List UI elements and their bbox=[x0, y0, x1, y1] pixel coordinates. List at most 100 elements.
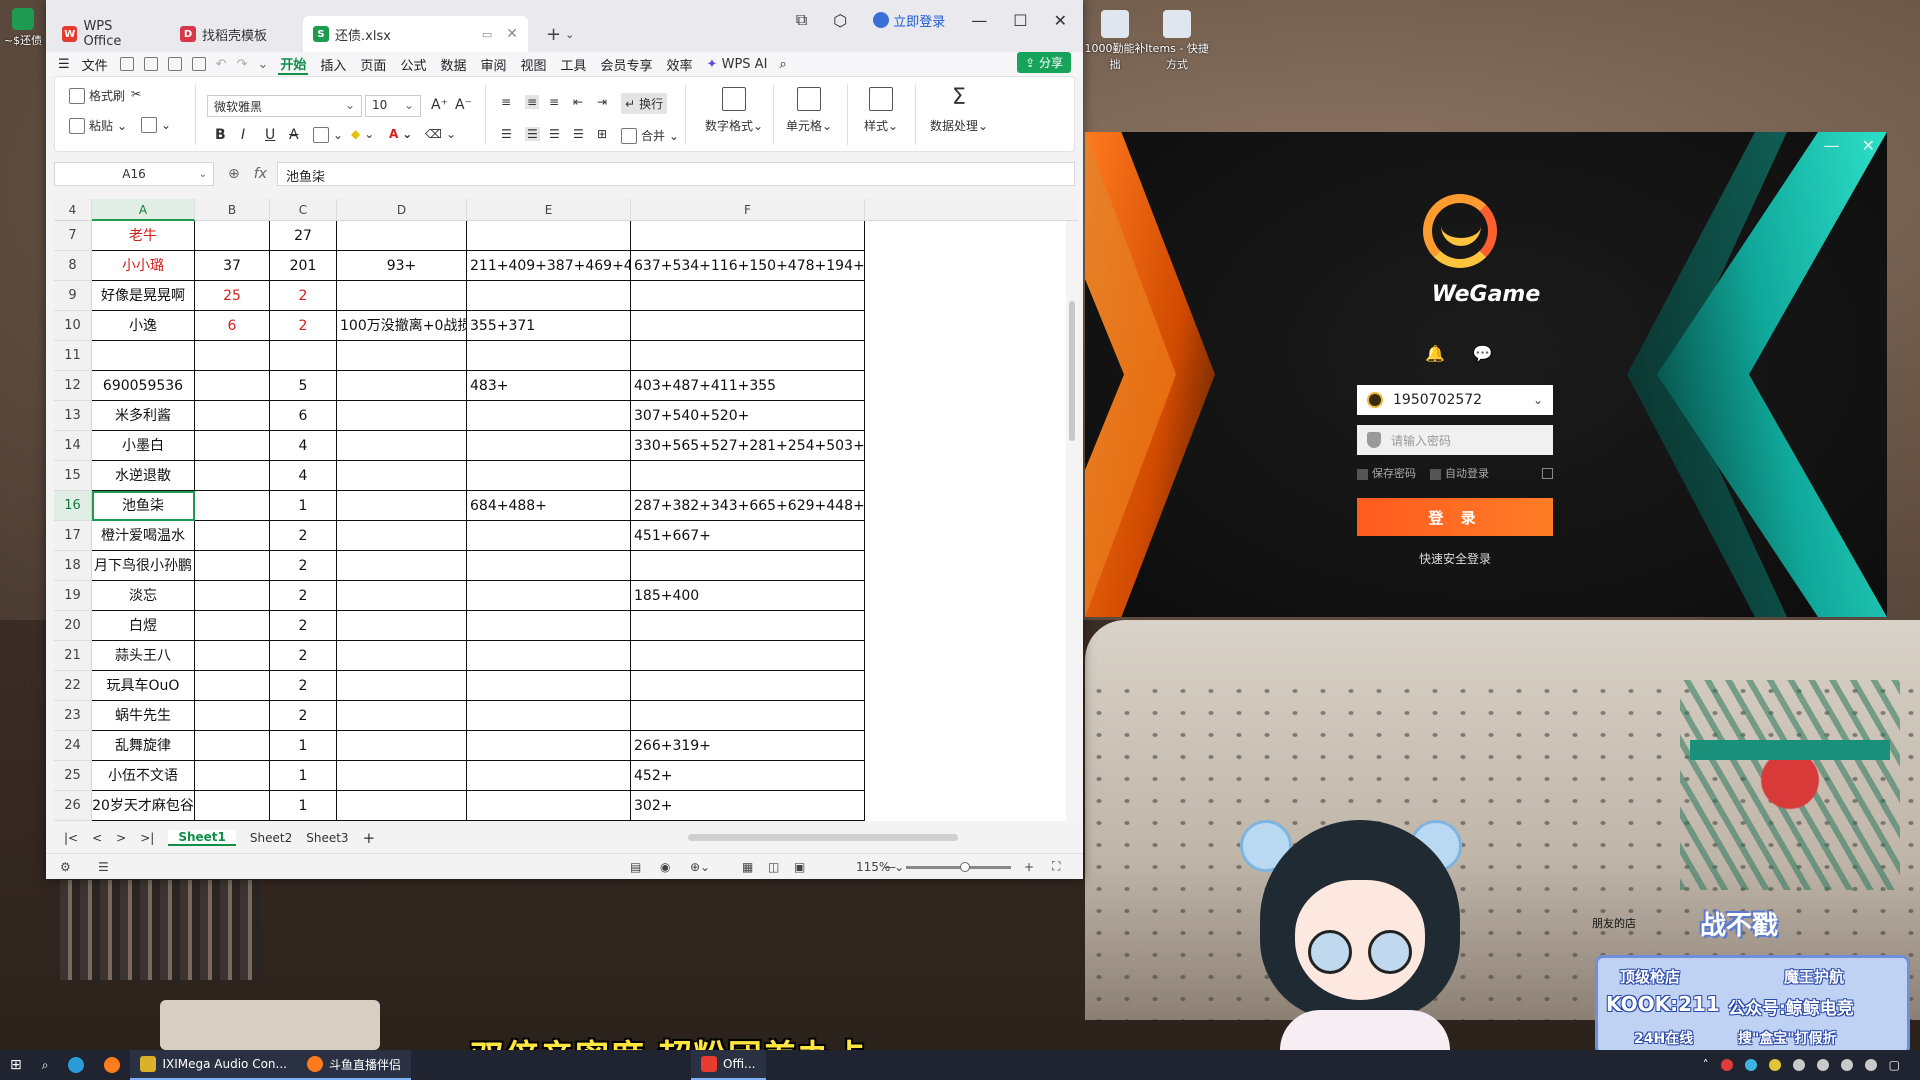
cell-a[interactable]: 月下鸟很小孙鹏 bbox=[92, 551, 195, 581]
column-header-f[interactable]: F bbox=[631, 199, 865, 221]
cell-e[interactable] bbox=[467, 701, 631, 731]
cell-a[interactable]: 水逆退散 bbox=[92, 461, 195, 491]
cell-c[interactable]: 6 bbox=[270, 401, 337, 431]
save-icon[interactable] bbox=[119, 57, 134, 71]
cell-f[interactable]: 287+382+343+665+629+448+277 bbox=[631, 491, 865, 521]
cell-d[interactable] bbox=[337, 221, 467, 251]
cell-c[interactable]: 2 bbox=[270, 521, 337, 551]
cell-b[interactable] bbox=[195, 521, 270, 551]
taskbar-search[interactable]: ⌕ bbox=[32, 1050, 59, 1080]
cell-f[interactable] bbox=[631, 341, 865, 371]
row-header[interactable]: 14 bbox=[54, 431, 92, 461]
close-icon[interactable]: ✕ bbox=[1054, 11, 1067, 30]
qq-icon[interactable]: 🔔 bbox=[1425, 344, 1445, 363]
column-header-a[interactable]: A bbox=[92, 199, 195, 221]
tray-app-icon[interactable] bbox=[1744, 1059, 1757, 1071]
cell-e[interactable] bbox=[467, 521, 631, 551]
cell-f[interactable] bbox=[631, 611, 865, 641]
cell-a[interactable]: 老牛 bbox=[92, 221, 195, 251]
print-icon[interactable] bbox=[167, 57, 182, 71]
cell-f[interactable] bbox=[631, 551, 865, 581]
cell-c[interactable]: 2 bbox=[270, 671, 337, 701]
column-header-e[interactable]: E bbox=[467, 199, 631, 221]
auto-login-checkbox[interactable]: 自动登录 bbox=[1430, 465, 1489, 481]
tray-app-icon[interactable] bbox=[1792, 1059, 1805, 1071]
scrollbar-thumb[interactable] bbox=[1069, 301, 1075, 441]
start-button[interactable]: ⊞ bbox=[0, 1050, 32, 1080]
cell-c[interactable]: 201 bbox=[270, 251, 337, 281]
taskbar-item-audio[interactable]: IXIMega Audio Con... bbox=[130, 1050, 297, 1080]
window-switch-icon[interactable]: ⧉ bbox=[796, 10, 807, 30]
zoom-formula-icon[interactable]: ⊕ bbox=[228, 166, 240, 182]
horizontal-scrollbar[interactable] bbox=[688, 834, 958, 841]
cut-button[interactable]: ✂ bbox=[131, 87, 141, 101]
cell-d[interactable] bbox=[337, 461, 467, 491]
cell-c[interactable] bbox=[270, 341, 337, 371]
menu-home[interactable]: 开始 bbox=[278, 54, 309, 75]
align-left-button[interactable]: ☰ bbox=[501, 127, 512, 141]
column-header-c[interactable]: C bbox=[270, 199, 337, 221]
cell-d[interactable] bbox=[337, 611, 467, 641]
row-header[interactable]: 26 bbox=[54, 791, 92, 821]
cell-b[interactable] bbox=[195, 431, 270, 461]
row-header[interactable]: 8 bbox=[54, 251, 92, 281]
menu-tools[interactable]: 工具 bbox=[559, 55, 589, 74]
cell-d[interactable] bbox=[337, 491, 467, 521]
new-tab-button[interactable]: + ⌄ bbox=[536, 16, 584, 52]
underline-button[interactable]: U bbox=[265, 127, 275, 143]
cell-d[interactable]: 93+ bbox=[337, 251, 467, 281]
menu-data[interactable]: 数据 bbox=[438, 55, 468, 74]
row-header[interactable]: 12 bbox=[54, 371, 92, 401]
indent-increase-button[interactable]: ⇥ bbox=[597, 95, 607, 109]
cell-d[interactable] bbox=[337, 761, 467, 791]
export-icon[interactable] bbox=[143, 57, 158, 71]
row-header-corner[interactable]: 4 bbox=[54, 199, 92, 221]
cell-d[interactable] bbox=[337, 341, 467, 371]
cell-f[interactable] bbox=[631, 701, 865, 731]
zoom-in-icon[interactable]: + bbox=[1024, 860, 1034, 874]
column-header-g[interactable] bbox=[865, 199, 1066, 221]
last-sheet-icon[interactable]: >| bbox=[140, 831, 154, 845]
cell-e[interactable] bbox=[467, 611, 631, 641]
account-select[interactable]: 1950702572 ⌄ bbox=[1357, 385, 1553, 415]
cell-f[interactable] bbox=[631, 671, 865, 701]
cell-c[interactable]: 27 bbox=[270, 221, 337, 251]
cube-icon[interactable]: ⬡ bbox=[833, 11, 847, 30]
zoom-level[interactable]: 115% ⌄ bbox=[856, 860, 904, 874]
pin-icon[interactable]: ▭ bbox=[482, 28, 492, 41]
align-middle-button[interactable]: ≡ bbox=[525, 95, 540, 109]
sheet-tab-2[interactable]: Sheet2 bbox=[250, 831, 292, 845]
format-painter-button[interactable]: 格式刷 bbox=[69, 87, 125, 104]
cell-a[interactable]: 小小璐 bbox=[92, 251, 195, 281]
cell-f[interactable]: 403+487+411+355 bbox=[631, 371, 865, 401]
zoom-slider[interactable] bbox=[906, 862, 1011, 872]
cell-f[interactable] bbox=[631, 281, 865, 311]
close-icon[interactable]: ✕ bbox=[1862, 136, 1875, 155]
row-header[interactable]: 10 bbox=[54, 311, 92, 341]
cell-f[interactable]: 302+ bbox=[631, 791, 865, 821]
cell-f[interactable] bbox=[631, 221, 865, 251]
cell-c[interactable]: 4 bbox=[270, 431, 337, 461]
cell-f[interactable] bbox=[631, 641, 865, 671]
page-layout-icon[interactable]: ▤ bbox=[630, 860, 641, 874]
cell-b[interactable]: 6 bbox=[195, 311, 270, 341]
chevron-up-icon[interactable]: ˄ bbox=[1703, 1058, 1709, 1072]
row-header[interactable]: 13 bbox=[54, 401, 92, 431]
bold-button[interactable]: B bbox=[215, 127, 226, 143]
zoom-slider-handle[interactable] bbox=[960, 862, 970, 872]
cell-f[interactable]: 637+534+116+150+478+194+367+2 bbox=[631, 251, 865, 281]
taskbar-item-douyu[interactable]: 斗鱼直播伴侣 bbox=[296, 1050, 411, 1080]
cell-d[interactable] bbox=[337, 641, 467, 671]
cell-d[interactable] bbox=[337, 701, 467, 731]
cell-a[interactable]: 小伍不文语 bbox=[92, 761, 195, 791]
tab-workbook[interactable]: S 还债.xlsx ▭ ✕ bbox=[303, 16, 528, 52]
cell-c[interactable]: 1 bbox=[270, 491, 337, 521]
cell-b[interactable] bbox=[195, 341, 270, 371]
border-button[interactable]: ⌄ bbox=[313, 127, 343, 143]
tab-wps-office[interactable]: W WPS Office bbox=[52, 16, 162, 52]
cell-d[interactable] bbox=[337, 281, 467, 311]
cell-a[interactable]: 20岁天才麻包谷 bbox=[92, 791, 195, 821]
cell-d[interactable] bbox=[337, 431, 467, 461]
close-tab-icon[interactable]: ✕ bbox=[506, 26, 518, 42]
cell-c[interactable]: 1 bbox=[270, 791, 337, 821]
